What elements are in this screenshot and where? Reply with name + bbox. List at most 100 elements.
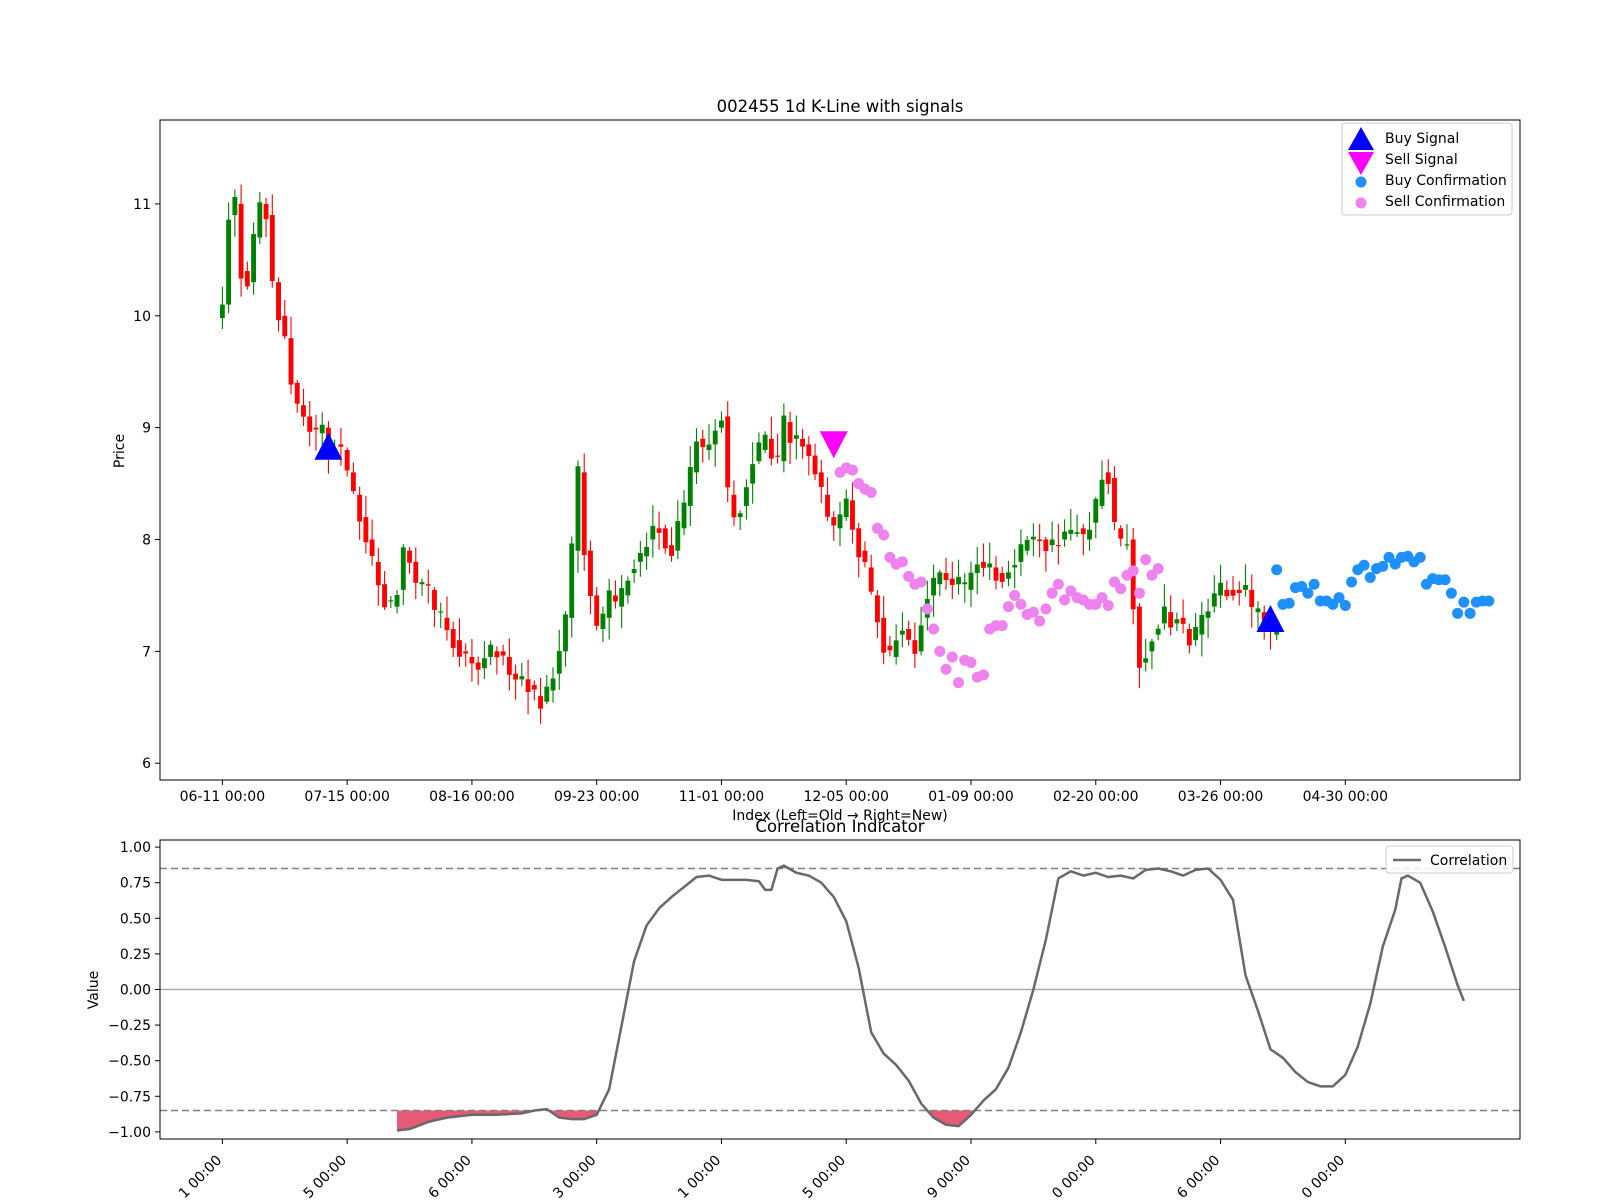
sell-confirmation-point — [915, 576, 927, 588]
candle-down — [282, 315, 288, 337]
buy-confirmation-point — [1358, 559, 1370, 571]
correlation-x-tick-label: 3 00:00 — [550, 1153, 599, 1200]
legend-correlation-label: Correlation — [1430, 853, 1507, 869]
candle-down — [912, 640, 918, 654]
kline-x-tick-label: 07-15 00:00 — [304, 789, 389, 805]
kline-x-tick-label: 11-01 00:00 — [679, 789, 764, 805]
candle-down — [1186, 628, 1192, 646]
correlation-x-axis: 1 00:00 5 00:00 6 00:00 3 00:00 1 00:00 5 00:… — [176, 1139, 1348, 1200]
sell-confirmation-point — [1052, 578, 1064, 590]
buy-confirmation-point — [1339, 599, 1351, 611]
candle-down — [288, 338, 294, 385]
candle-up — [650, 525, 656, 540]
candle-down — [363, 517, 369, 543]
kline-x-tick-label: 01-09 00:00 — [928, 789, 1013, 805]
candle-down — [594, 595, 600, 626]
candle-up — [1199, 614, 1205, 635]
candle-down — [1168, 612, 1174, 628]
kline-x-tick-label: 09-23 00:00 — [554, 789, 639, 805]
sell-confirmation-point — [1059, 594, 1071, 606]
kline-y-tick-label: 6 — [142, 756, 151, 772]
kline-x-tick-label: 08-16 00:00 — [429, 789, 514, 805]
candle-up — [1205, 611, 1211, 618]
buy-confirmation-point — [1283, 597, 1295, 609]
candle-up — [257, 202, 263, 238]
candle-up — [1074, 532, 1080, 534]
correlation-chart: −1.00 −0.75 −0.50 −0.25 0.00 0.25 0.50 0.75 1.00… — [86, 817, 1521, 1200]
candle-down — [999, 573, 1005, 582]
candle-down — [993, 567, 999, 581]
correlation-x-tick-label: 9 00:00 — [925, 1153, 974, 1200]
candle-up — [1062, 531, 1068, 540]
candle-up — [1087, 529, 1092, 540]
sell-confirmation-point — [878, 529, 890, 541]
candle-up — [899, 630, 905, 635]
candle-down — [1137, 606, 1142, 668]
candle-up — [1006, 572, 1011, 579]
candle-up — [793, 435, 799, 439]
candle-up — [893, 640, 899, 657]
sell-confirmation-point — [921, 603, 933, 615]
candle-up — [750, 464, 756, 484]
sell-confirmation-point — [934, 645, 946, 657]
buy-confirmation-point — [1439, 574, 1451, 586]
candle-down — [768, 438, 774, 459]
legend-sell-confirmation-marker — [1355, 197, 1367, 209]
candle-up — [481, 658, 487, 669]
kline-y-tick-label: 11 — [133, 197, 151, 213]
candle-down — [874, 595, 880, 623]
candle-down — [432, 589, 437, 610]
candle-up — [1124, 544, 1130, 546]
sell-confirmation-point — [896, 556, 908, 568]
candle-down — [244, 271, 250, 287]
candle-up — [987, 563, 993, 568]
sell-confirmation-point — [953, 677, 965, 689]
candle-up — [644, 546, 650, 557]
candle-up — [319, 424, 325, 434]
kline-x-tick-label: 03-26 00:00 — [1178, 789, 1263, 805]
correlation-x-tick-label: 6 00:00 — [425, 1153, 474, 1200]
candle-up — [719, 420, 724, 428]
candle-up — [1161, 606, 1167, 624]
candle-down — [887, 645, 893, 651]
kline-legend: Buy Signal Sell Signal Buy Confirmation … — [1341, 122, 1513, 216]
candle-down — [469, 656, 475, 664]
sell-confirmation-point — [1102, 599, 1114, 611]
candle-up — [550, 678, 556, 691]
candle-up — [1211, 593, 1217, 607]
candle-up — [956, 576, 961, 585]
candle-down — [382, 584, 388, 608]
candle-down — [369, 539, 375, 557]
candle-down — [1112, 477, 1117, 522]
sell-confirmation-point — [977, 669, 989, 681]
sell-confirmation-point — [965, 657, 977, 669]
candle-up — [843, 498, 849, 518]
candle-up — [837, 514, 843, 529]
kline-y-axis: 6 7 8 9 10 11 — [133, 197, 160, 772]
candle-down — [943, 573, 949, 580]
candle-down — [806, 444, 812, 457]
candle-down — [775, 455, 781, 457]
candle-down — [818, 472, 824, 487]
candle-up — [1018, 544, 1024, 562]
candle-up — [968, 572, 974, 590]
candle-up — [619, 588, 625, 607]
candle-up — [388, 600, 394, 602]
candle-down — [800, 438, 806, 447]
candle-down — [1055, 545, 1061, 547]
kline-y-tick-label: 9 — [142, 421, 151, 437]
buy-confirmation-point — [1452, 607, 1464, 619]
candle-up — [1243, 585, 1248, 590]
candle-up — [606, 590, 612, 618]
kline-x-axis: 06-11 00:00 07-15 00:00 08-16 00:00 09-23 0… — [180, 780, 1388, 805]
candle-down — [856, 528, 862, 558]
candle-up — [974, 564, 980, 574]
candle-down — [1249, 589, 1255, 608]
kline-plot-area — [160, 120, 1520, 780]
sell-confirmation-point — [996, 620, 1008, 632]
sell-confirmation-point — [1015, 598, 1027, 610]
correlation-y-tick-label: 0.75 — [120, 876, 151, 892]
candle-down — [588, 550, 593, 597]
candle-down — [263, 203, 269, 220]
candle-down — [444, 617, 450, 631]
